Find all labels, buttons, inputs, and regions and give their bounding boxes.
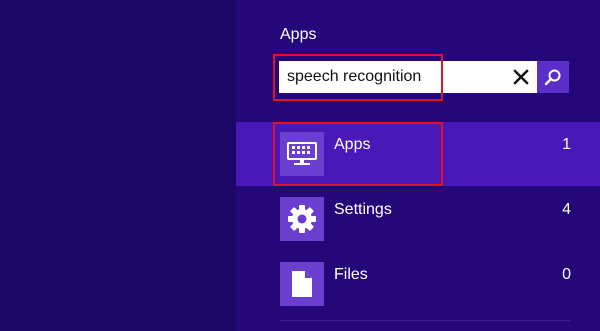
- result-count: 4: [562, 201, 571, 218]
- divider: [280, 320, 570, 321]
- close-icon: [513, 69, 529, 85]
- result-tile: [280, 197, 324, 241]
- result-count: 0: [562, 266, 571, 283]
- result-tile: [280, 132, 324, 176]
- search-button[interactable]: [537, 61, 569, 93]
- clear-search-button[interactable]: [505, 61, 537, 93]
- pane-title: Apps: [280, 26, 317, 43]
- result-label: Files: [334, 266, 368, 283]
- result-apps[interactable]: Apps 1: [236, 122, 600, 186]
- start-background: [0, 0, 236, 331]
- document-icon: [292, 271, 312, 297]
- keyboard-monitor-icon: [287, 142, 317, 165]
- result-tile: [280, 262, 324, 306]
- search-input[interactable]: [279, 61, 537, 93]
- result-settings[interactable]: Settings 4: [236, 187, 600, 251]
- search-box: [279, 61, 569, 93]
- search-pane: Apps speech recognition Apps 1 Settings …: [236, 0, 600, 331]
- result-count: 1: [562, 136, 571, 153]
- search-icon: [544, 69, 561, 86]
- gear-icon: [288, 205, 316, 233]
- result-label: Settings: [334, 201, 392, 218]
- result-label: Apps: [334, 136, 371, 153]
- result-files[interactable]: Files 0: [236, 252, 600, 316]
